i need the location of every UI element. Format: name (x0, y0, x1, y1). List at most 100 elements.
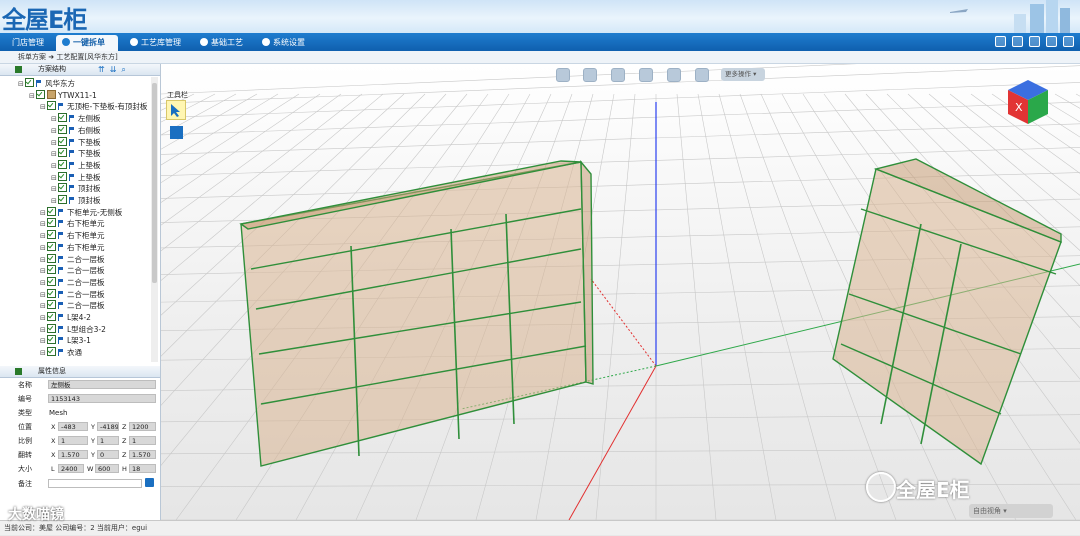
tree-checkbox[interactable] (47, 101, 56, 111)
tab-one-click-split[interactable]: 一键拆单 (56, 35, 118, 51)
tree-checkbox[interactable] (47, 347, 56, 357)
tree-tools[interactable]: ⇈⇊⌕ (98, 64, 131, 75)
tree-node[interactable]: ⊟ 下垫板 (51, 136, 101, 149)
tree-node[interactable]: ⊟ 二合一层板 (40, 288, 105, 301)
scrollbar-thumb[interactable] (152, 83, 157, 283)
tree-node[interactable]: ⊟ 上垫板 (51, 171, 101, 184)
tree-checkbox[interactable] (58, 171, 67, 181)
expand-icon[interactable]: ⊟ (40, 301, 46, 312)
expand-icon[interactable]: ⊟ (51, 173, 57, 184)
tree-checkbox[interactable] (47, 265, 56, 275)
tree-checkbox[interactable] (47, 323, 56, 333)
tree-node[interactable]: ⊟ 二合一层板 (40, 253, 105, 266)
tree-node[interactable]: ⊟ 上垫板 (51, 159, 101, 172)
size-height-field[interactable]: 18 (129, 464, 156, 473)
expand-icon[interactable]: ⊟ (18, 79, 24, 90)
tree-node[interactable]: ⊟ 下柜单元-无侧板 (40, 206, 122, 219)
home-icon[interactable] (995, 36, 1006, 47)
save-icon[interactable] (145, 478, 154, 487)
expand-icon[interactable]: ⊟ (51, 149, 57, 160)
expand-icon[interactable]: ⊟ (40, 266, 46, 277)
tree-checkbox[interactable] (58, 159, 67, 169)
position-x-field[interactable]: -483 (58, 422, 88, 431)
tree-checkbox[interactable] (47, 288, 56, 298)
expand-icon[interactable]: ⊟ (51, 114, 57, 125)
tree-checkbox[interactable] (47, 300, 56, 310)
tree-checkbox[interactable] (47, 312, 56, 321)
expand-icon[interactable]: ⊟ (40, 313, 46, 324)
3d-scene[interactable] (161, 64, 1080, 520)
expand-icon[interactable]: ⊟ (40, 348, 46, 359)
expand-icon[interactable]: ⊟ (40, 243, 46, 254)
tree-node[interactable]: ⊟ 顶封板 (51, 183, 101, 194)
tree-scrollbar[interactable] (151, 77, 158, 362)
view-cube[interactable]: X (1006, 78, 1050, 126)
tab-store-management[interactable]: 门店管理 (6, 35, 50, 51)
gear-icon[interactable] (1046, 36, 1057, 47)
tree-node[interactable]: ⊟ YTWX11-1 (29, 89, 97, 102)
layers-icon[interactable] (639, 68, 653, 82)
tree-checkbox[interactable] (58, 113, 67, 123)
menu-icon[interactable] (15, 368, 22, 375)
tree-node[interactable]: ⊟ 右下柜单元 (40, 218, 105, 229)
menu-icon[interactable] (15, 66, 22, 73)
tree-node[interactable]: ⊟ 衣通 (40, 347, 82, 358)
tree-checkbox[interactable] (58, 195, 67, 204)
tree-node[interactable]: ⊟ 下垫板 (51, 148, 101, 159)
3d-viewport[interactable]: 更多操作 ▾ 工具栏 X 全屋E柜 自由视角 ▾ (161, 64, 1080, 520)
tree-node[interactable]: ⊟ 左侧板 (51, 113, 101, 124)
rotation-y-field[interactable]: 0 (97, 450, 119, 459)
expand-icon[interactable]: ⊟ (40, 231, 46, 242)
tree-node[interactable]: ⊟ 二合一层板 (40, 265, 105, 276)
position-y-field[interactable]: -4189 (97, 422, 119, 431)
expand-icon[interactable]: ⊟ (51, 126, 57, 137)
tree-node[interactable]: ⊟ 二合一层板 (40, 300, 105, 311)
tree-node[interactable]: ⊟ 风华东方 (18, 78, 75, 89)
tree-node[interactable]: ⊟ 右下柜单元 (40, 230, 105, 241)
tree-node[interactable]: ⊟ L架4-2 (40, 312, 91, 323)
expand-icon[interactable]: ⊟ (40, 255, 46, 266)
tree-checkbox[interactable] (47, 218, 56, 228)
folder-icon[interactable] (556, 68, 570, 82)
tree-checkbox[interactable] (36, 89, 45, 99)
tree-checkbox[interactable] (47, 253, 56, 263)
tree-node[interactable]: ⊟ 无顶柜-下垫板-有顶封板 (40, 101, 147, 112)
expand-icon[interactable]: ⊟ (40, 336, 46, 347)
expand-icon[interactable]: ⊟ (51, 138, 57, 149)
select-tool-button[interactable] (166, 100, 186, 120)
tree-checkbox[interactable] (47, 241, 56, 251)
expand-icon[interactable]: ⊟ (51, 161, 57, 172)
more-actions-dropdown[interactable]: 更多操作 ▾ (721, 68, 765, 81)
building-icon[interactable] (611, 68, 625, 82)
tree-checkbox[interactable] (47, 335, 56, 345)
note-field[interactable] (48, 479, 142, 488)
tree-node[interactable]: ⊟ L型组合3-2 (40, 323, 106, 335)
tree-checkbox[interactable] (58, 136, 67, 146)
pen-icon[interactable] (695, 68, 709, 82)
position-z-field[interactable]: 1200 (129, 422, 156, 431)
size-width-field[interactable]: 600 (95, 464, 119, 473)
tree-node[interactable]: ⊟ 右下柜单元 (40, 241, 105, 254)
expand-icon[interactable]: ⊟ (40, 290, 46, 301)
expand-icon[interactable]: ⊟ (51, 196, 57, 207)
tree-node[interactable]: ⊟ 二合一层板 (40, 276, 105, 288)
tree-checkbox[interactable] (25, 78, 34, 87)
copy-tool-button[interactable] (170, 126, 183, 139)
rotation-x-field[interactable]: 1.570 (58, 450, 88, 459)
tree-node[interactable]: ⊟ 顶封板 (51, 195, 101, 206)
message-icon[interactable] (1012, 36, 1023, 47)
scale-z-field[interactable]: 1 (129, 436, 156, 445)
tree-node[interactable]: ⊟ 右侧板 (51, 124, 101, 137)
crosshair-icon[interactable] (667, 68, 681, 82)
tree-node[interactable]: ⊟ L架3-1 (40, 335, 91, 346)
user-icon[interactable] (1029, 36, 1040, 47)
view-select[interactable]: 自由视角 ▾ (969, 504, 1053, 518)
tree-checkbox[interactable] (58, 148, 67, 158)
expand-icon[interactable]: ⊟ (29, 91, 35, 102)
rotation-z-field[interactable]: 1.570 (129, 450, 156, 459)
expand-icon[interactable]: ⊟ (40, 208, 46, 219)
expand-icon[interactable]: ⊟ (51, 184, 57, 195)
tree-checkbox[interactable] (58, 124, 67, 134)
expand-icon[interactable]: ⊟ (40, 219, 46, 230)
tab-process-library[interactable]: 工艺库管理 (124, 35, 187, 51)
